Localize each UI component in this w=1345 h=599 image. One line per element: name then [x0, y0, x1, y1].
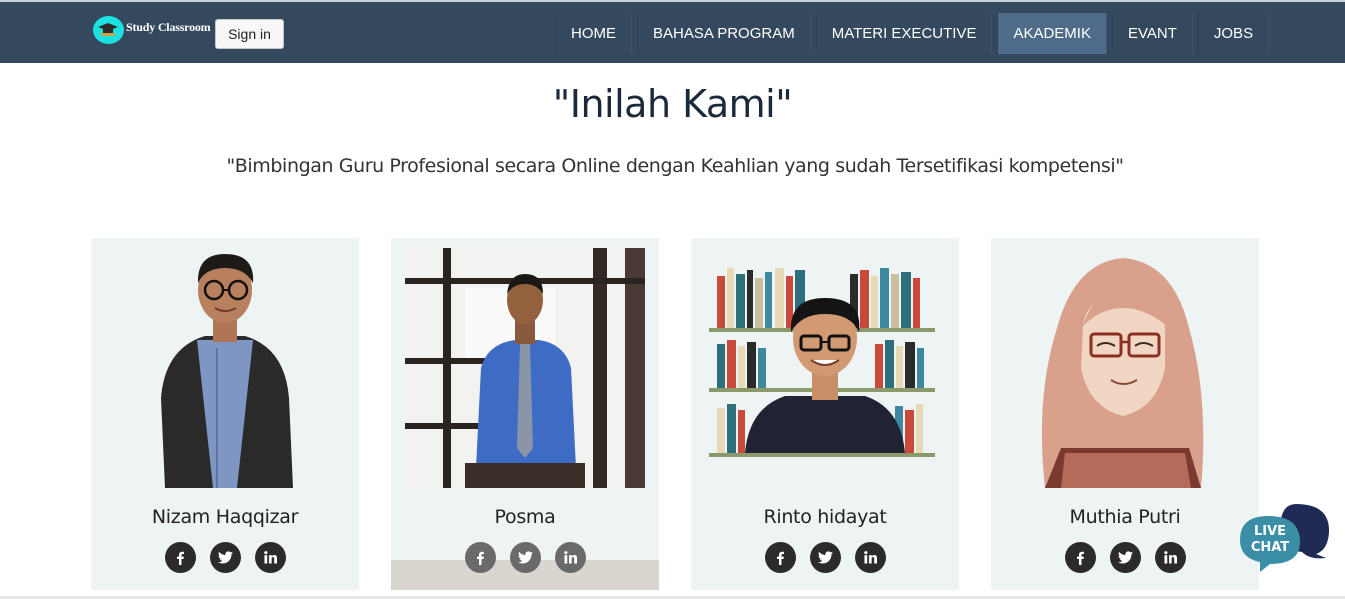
social-links [391, 542, 659, 573]
team-card: Muthia Putri [991, 238, 1259, 590]
live-chat-button[interactable]: LIVE CHAT [1238, 502, 1332, 572]
graduation-cap-icon [93, 16, 124, 44]
member-name: Posma [494, 506, 556, 528]
twitter-icon[interactable] [1109, 542, 1141, 573]
member-name: Rinto hidayat [763, 506, 887, 528]
live-chat-line-2: CHAT [1250, 540, 1290, 555]
member-name: Muthia Putri [1069, 506, 1181, 528]
nav-evant[interactable]: EVANT [1111, 13, 1193, 54]
linkedin-icon[interactable] [1154, 542, 1186, 573]
facebook-icon[interactable] [764, 542, 796, 573]
brand-name: Study Classroom [126, 19, 211, 34]
page-title: "Inilah Kami" [552, 82, 793, 126]
nav-bahasa-program[interactable]: BAHASA PROGRAM [637, 13, 811, 54]
top-navbar: Study Classroom Sign in HOME BAHASA PROG… [0, 0, 1345, 63]
member-photo [405, 248, 645, 488]
member-photo [705, 248, 945, 488]
social-links [691, 542, 959, 573]
page-subtitle: "Bimbingan Guru Profesional secara Onlin… [226, 155, 1124, 177]
live-chat-line-1: LIVE [1253, 524, 1287, 539]
linkedin-icon[interactable] [554, 542, 586, 573]
team-card: Nizam Haqqizar [91, 238, 359, 590]
sign-in-button[interactable]: Sign in [215, 19, 284, 49]
social-links [991, 542, 1259, 573]
linkedin-icon[interactable] [254, 542, 286, 573]
main-menu: HOME BAHASA PROGRAM MATERI EXECUTIVE AKA… [555, 13, 1274, 54]
twitter-icon[interactable] [209, 542, 241, 573]
social-links [91, 542, 359, 573]
member-name: Nizam Haqqizar [151, 506, 299, 528]
member-photo [1005, 248, 1245, 488]
facebook-icon[interactable] [164, 542, 196, 573]
nav-akademik[interactable]: AKADEMIK [997, 13, 1107, 54]
team-card: Rinto hidayat [691, 238, 959, 590]
brand-logo[interactable]: Study Classroom [93, 15, 211, 45]
nav-materi-executive[interactable]: MATERI EXECUTIVE [815, 13, 993, 54]
facebook-icon[interactable] [464, 542, 496, 573]
live-chat-label: LIVE CHAT [1250, 524, 1290, 556]
twitter-icon[interactable] [509, 542, 541, 573]
twitter-icon[interactable] [809, 542, 841, 573]
team-card: Posma [391, 238, 659, 590]
facebook-icon[interactable] [1064, 542, 1096, 573]
nav-home[interactable]: HOME [555, 13, 632, 54]
nav-jobs[interactable]: JOBS [1197, 13, 1270, 54]
member-photo [105, 248, 345, 488]
linkedin-icon[interactable] [854, 542, 886, 573]
